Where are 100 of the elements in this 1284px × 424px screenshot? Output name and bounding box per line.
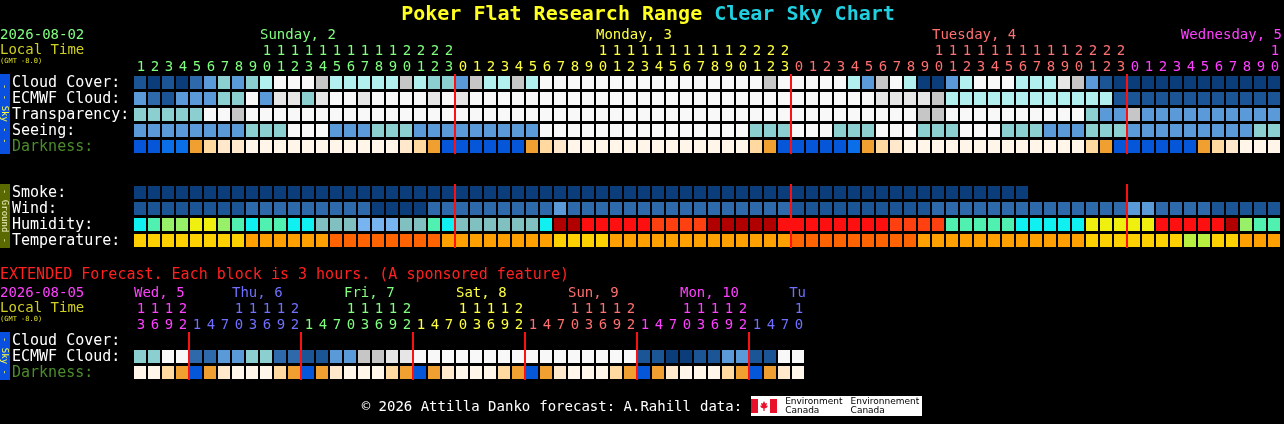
hour-label: 22 xyxy=(738,300,748,332)
row-label: Humidity: xyxy=(12,216,94,232)
hour-label: 10 xyxy=(934,42,944,74)
hour-label: 8 xyxy=(570,58,580,74)
row-label: Smoke: xyxy=(12,184,68,200)
hour-label: 4 xyxy=(514,58,524,74)
hour-label: 10 xyxy=(1270,42,1280,74)
hour-label: 23 xyxy=(780,42,790,74)
hour-label: 19 xyxy=(724,42,734,74)
hour-label: 10 xyxy=(598,42,608,74)
data-label: data: xyxy=(699,398,743,414)
hour-label: 13 xyxy=(976,42,986,74)
hour-label: 5 xyxy=(864,58,874,74)
hour-label: 16 xyxy=(346,42,356,74)
day-label: Mon, 10 xyxy=(680,284,739,300)
hour-label: 16 xyxy=(486,300,496,332)
hour-label: 2 xyxy=(150,58,160,74)
hour-label: 10 xyxy=(262,42,272,74)
hour-label: 19 xyxy=(612,300,622,332)
hour-label: 20 xyxy=(1074,42,1084,74)
row-label: ECMWF Cloud: xyxy=(12,90,122,106)
hour-label: 2 xyxy=(1158,58,1168,74)
hour-label: 10 xyxy=(346,300,356,332)
hour-label: 9 xyxy=(248,58,258,74)
hour-label: 18 xyxy=(710,42,720,74)
hour-label: 16 xyxy=(262,300,272,332)
site-name: Poker Flat Research Range xyxy=(401,0,703,25)
day-label: Tuesday, 4 xyxy=(932,26,1017,42)
hour-label: 21 xyxy=(416,42,426,74)
hour-label: 1 xyxy=(808,58,818,74)
hour-label: 22 xyxy=(1102,42,1112,74)
hour-label: 4 xyxy=(766,316,776,332)
day-label: Sunday, 2 xyxy=(260,26,336,42)
row-label: ECMWF Cloud: xyxy=(12,348,122,364)
hour-label: 21 xyxy=(752,42,762,74)
day-label: Tu xyxy=(789,284,806,300)
hour-label: 8 xyxy=(234,58,244,74)
hour-label: 4 xyxy=(178,58,188,74)
hour-label: 19 xyxy=(388,42,398,74)
hour-label: 19 xyxy=(164,300,174,332)
hour-label: 2 xyxy=(822,58,832,74)
hour-label: 16 xyxy=(598,300,608,332)
hour-label: 14 xyxy=(318,42,328,74)
chart-title: Clear Sky Chart xyxy=(714,0,895,25)
hour-label: 5 xyxy=(528,58,538,74)
hour-label: 1 xyxy=(304,316,314,332)
copyright-text: © 2026 Attilla Danko xyxy=(361,398,531,414)
hour-label: 13 xyxy=(584,300,594,332)
hour-label: 21 xyxy=(1088,42,1098,74)
hour-label: 11 xyxy=(948,42,958,74)
hour-label: 22 xyxy=(514,300,524,332)
hour-label: 4 xyxy=(318,316,328,332)
hour-label: 6 xyxy=(1214,58,1224,74)
hour-label: 11 xyxy=(276,42,286,74)
hour-label: 22 xyxy=(290,300,300,332)
hour-label: 12 xyxy=(626,42,636,74)
hour-label: 13 xyxy=(696,300,706,332)
hour-label: 4 xyxy=(654,316,664,332)
hour-label: 3 xyxy=(164,58,174,74)
hour-label: 11 xyxy=(612,42,622,74)
flag-icon xyxy=(751,399,778,413)
hour-label: 17 xyxy=(1032,42,1042,74)
time-label: Local Time xyxy=(0,300,85,315)
hour-label: 4 xyxy=(542,316,552,332)
logo-text: Environnement Canada xyxy=(850,397,920,415)
row-label: Cloud Cover: xyxy=(12,332,122,348)
hour-label: 18 xyxy=(1046,42,1056,74)
hour-label: 12 xyxy=(962,42,972,74)
hour-label: 19 xyxy=(500,300,510,332)
hour-label: 22 xyxy=(402,300,412,332)
hour-label: 6 xyxy=(206,58,216,74)
hour-label: 17 xyxy=(360,42,370,74)
time-label: Local Time xyxy=(0,42,85,57)
day-label: Monday, 3 xyxy=(596,26,672,42)
day-label: Thu, 6 xyxy=(232,284,283,300)
hour-label: 1 xyxy=(752,316,762,332)
hour-label: 8 xyxy=(906,58,916,74)
hour-label: 4 xyxy=(1186,58,1196,74)
hour-label: 7 xyxy=(1228,58,1238,74)
hour-label: 1 xyxy=(1144,58,1154,74)
hour-label: 9 xyxy=(920,58,930,74)
hour-label: 19 xyxy=(1060,42,1070,74)
hour-label: 15 xyxy=(1004,42,1014,74)
hour-label: 19 xyxy=(276,300,286,332)
hour-label: 1 xyxy=(136,58,146,74)
hour-label: 10 xyxy=(570,300,580,332)
hour-label: 1 xyxy=(640,316,650,332)
hour-label: 1 xyxy=(528,316,538,332)
hour-label: 15 xyxy=(332,42,342,74)
hour-label: 20 xyxy=(402,42,412,74)
hour-label: 19 xyxy=(388,300,398,332)
hour-label: 20 xyxy=(738,42,748,74)
logo-text: Environment Canada xyxy=(785,397,843,415)
hour-label: 10 xyxy=(794,300,804,332)
row-label: Wind: xyxy=(12,200,59,216)
hour-label: 14 xyxy=(654,42,664,74)
row-label: Transparency: xyxy=(12,106,131,122)
day-label: Wednesday, 5 xyxy=(1180,26,1282,42)
day-label: Wed, 5 xyxy=(134,284,185,300)
hour-label: 19 xyxy=(724,300,734,332)
